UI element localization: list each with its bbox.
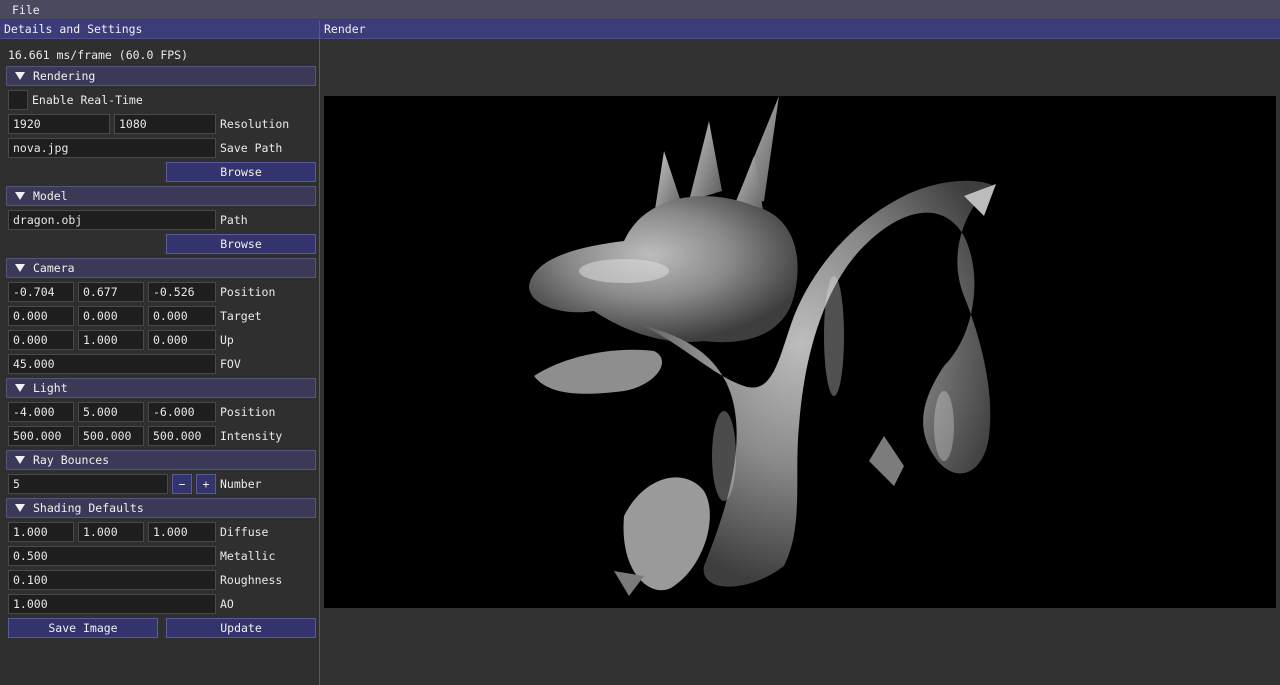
light-position-z-input[interactable]: -6.000	[148, 402, 216, 422]
collapse-triangle-icon	[15, 72, 25, 80]
shading-defaults-header-label: Shading Defaults	[33, 501, 144, 515]
camera-up-x-input[interactable]: 0.000	[8, 330, 74, 350]
ray-bounces-decrement-button[interactable]: −	[172, 474, 192, 494]
roughness-input[interactable]: 0.100	[8, 570, 216, 590]
diffuse-b-input[interactable]: 1.000	[148, 522, 216, 542]
render-viewport[interactable]	[324, 96, 1276, 608]
camera-fov-label: FOV	[220, 357, 241, 371]
light-intensity-r-input[interactable]: 500.000	[8, 426, 74, 446]
camera-target-z-input[interactable]: 0.000	[148, 306, 216, 326]
menu-file[interactable]: File	[12, 3, 40, 17]
ao-label: AO	[220, 597, 234, 611]
light-position-label: Position	[220, 405, 276, 419]
menu-bar: File	[0, 0, 1280, 20]
light-intensity-b-input[interactable]: 500.000	[148, 426, 216, 446]
light-header[interactable]: Light	[6, 378, 316, 398]
collapse-triangle-icon	[15, 504, 25, 512]
resolution-height-input[interactable]: 1080	[114, 114, 216, 134]
ray-bounces-increment-button[interactable]: +	[196, 474, 216, 494]
diffuse-label: Diffuse	[220, 525, 269, 539]
rendering-header[interactable]: Rendering	[6, 66, 316, 86]
resolution-width-input[interactable]: 1920	[8, 114, 110, 134]
collapse-triangle-icon	[15, 264, 25, 272]
model-browse-button[interactable]: Browse	[166, 234, 316, 254]
ray-bounces-header-label: Ray Bounces	[33, 453, 110, 467]
dragon-render-image	[529, 96, 996, 596]
camera-up-y-input[interactable]: 1.000	[78, 330, 144, 350]
diffuse-r-input[interactable]: 1.000	[8, 522, 74, 542]
model-header-label: Model	[33, 189, 68, 203]
resolution-label: Resolution	[220, 117, 290, 131]
model-path-label: Path	[220, 213, 248, 227]
camera-up-label: Up	[220, 333, 234, 347]
light-position-x-input[interactable]: -4.000	[8, 402, 74, 422]
collapse-triangle-icon	[15, 384, 25, 392]
render-panel-title[interactable]: Render	[320, 20, 1280, 39]
model-header[interactable]: Model	[6, 186, 316, 206]
settings-panel: Details and Settings 16.661 ms/frame (60…	[0, 20, 320, 685]
diffuse-g-input[interactable]: 1.000	[78, 522, 144, 542]
camera-position-z-input[interactable]: -0.526	[148, 282, 216, 302]
update-button[interactable]: Update	[166, 618, 316, 638]
camera-target-x-input[interactable]: 0.000	[8, 306, 74, 326]
light-header-label: Light	[33, 381, 68, 395]
metallic-label: Metallic	[220, 549, 276, 563]
frame-stats: 16.661 ms/frame (60.0 FPS)	[8, 48, 189, 62]
model-path-input[interactable]: dragon.obj	[8, 210, 216, 230]
collapse-triangle-icon	[15, 192, 25, 200]
camera-header-label: Camera	[33, 261, 75, 275]
ray-bounces-header[interactable]: Ray Bounces	[6, 450, 316, 470]
shading-defaults-header[interactable]: Shading Defaults	[6, 498, 316, 518]
camera-up-z-input[interactable]: 0.000	[148, 330, 216, 350]
save-path-browse-button[interactable]: Browse	[166, 162, 316, 182]
ray-bounces-label: Number	[220, 477, 262, 491]
realtime-checkbox[interactable]	[8, 90, 28, 110]
metallic-input[interactable]: 0.500	[8, 546, 216, 566]
settings-panel-title[interactable]: Details and Settings	[0, 20, 319, 39]
save-path-input[interactable]: nova.jpg	[8, 138, 216, 158]
camera-position-x-input[interactable]: -0.704	[8, 282, 74, 302]
render-panel: Render	[320, 20, 1280, 685]
camera-target-label: Target	[220, 309, 262, 323]
collapse-triangle-icon	[15, 456, 25, 464]
camera-position-y-input[interactable]: 0.677	[78, 282, 144, 302]
camera-fov-input[interactable]: 45.000	[8, 354, 216, 374]
save-path-label: Save Path	[220, 141, 283, 155]
rendering-header-label: Rendering	[33, 69, 96, 83]
light-intensity-g-input[interactable]: 500.000	[78, 426, 144, 446]
ao-input[interactable]: 1.000	[8, 594, 216, 614]
camera-header[interactable]: Camera	[6, 258, 316, 278]
roughness-label: Roughness	[220, 573, 283, 587]
camera-position-label: Position	[220, 285, 276, 299]
realtime-label: Enable Real-Time	[32, 93, 143, 107]
save-image-button[interactable]: Save Image	[8, 618, 158, 638]
ray-bounces-input[interactable]: 5	[8, 474, 168, 494]
camera-target-y-input[interactable]: 0.000	[78, 306, 144, 326]
light-position-y-input[interactable]: 5.000	[78, 402, 144, 422]
light-intensity-label: Intensity	[220, 429, 283, 443]
